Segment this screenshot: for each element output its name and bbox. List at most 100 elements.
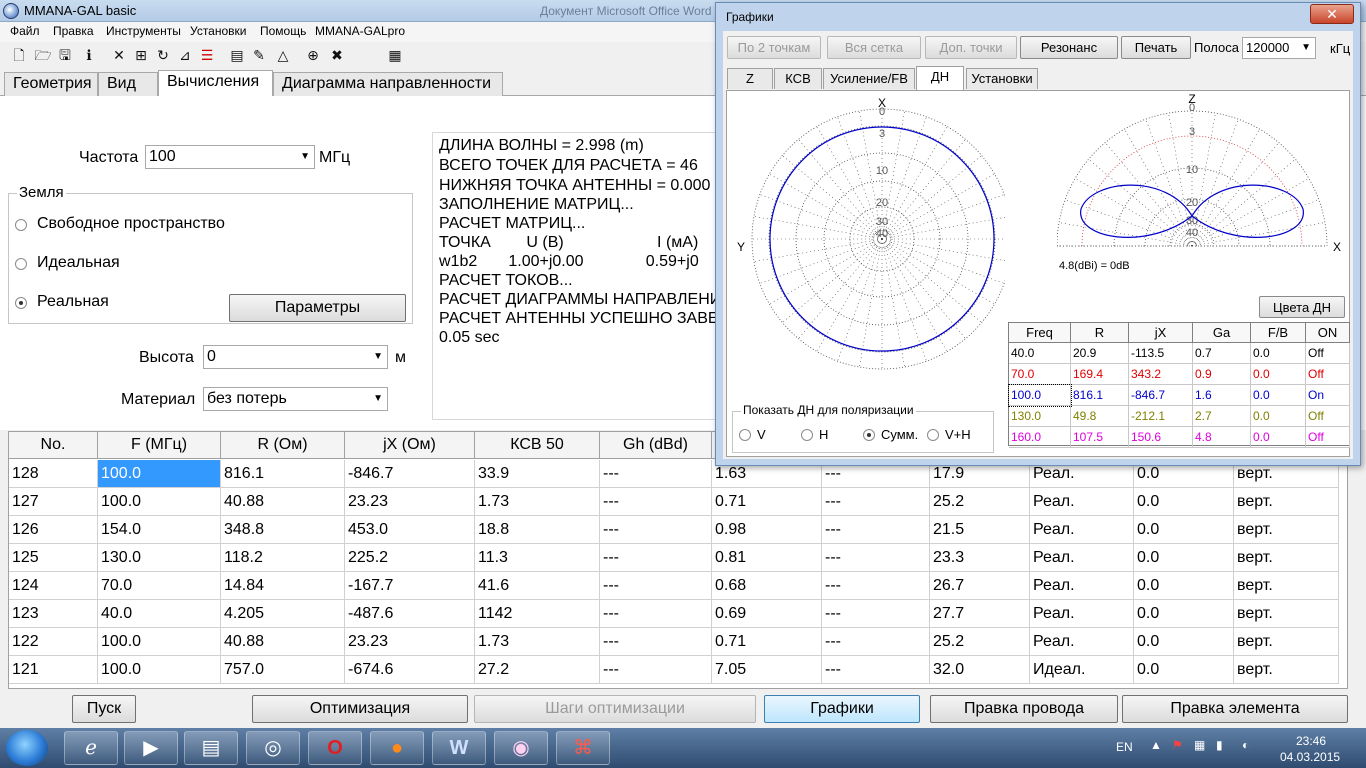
- table-cell[interactable]: верт.: [1234, 628, 1339, 656]
- optimization-steps-button[interactable]: Шаги оптимизации: [474, 695, 756, 723]
- table-cell[interactable]: 27.2: [475, 656, 600, 684]
- table-cell[interactable]: Реал.: [1030, 516, 1134, 544]
- menu-edit[interactable]: Правка: [53, 24, 94, 38]
- table-cell[interactable]: 816.1: [221, 460, 345, 488]
- menu-file[interactable]: Файл: [10, 24, 40, 38]
- pattern-table-cell[interactable]: 816.1: [1071, 385, 1129, 406]
- table-cell[interactable]: 100.0: [98, 460, 221, 488]
- table-cell[interactable]: 757.0: [221, 656, 345, 684]
- pattern-table-cell[interactable]: 100.0: [1008, 384, 1072, 407]
- wire-edit-icon[interactable]: ☰: [198, 46, 216, 64]
- pattern-table-cell[interactable]: 160.0: [1009, 427, 1071, 448]
- table-cell[interactable]: 0.71: [712, 488, 822, 516]
- pattern-table-cell[interactable]: -212.1: [1129, 406, 1193, 427]
- pattern-table-cell[interactable]: 150.6: [1129, 427, 1193, 448]
- column-header[interactable]: No.: [9, 432, 98, 459]
- table-cell[interactable]: ---: [600, 656, 712, 684]
- table-cell[interactable]: ---: [600, 572, 712, 600]
- table-cell[interactable]: -674.6: [345, 656, 475, 684]
- table-cell[interactable]: 21.5: [930, 516, 1030, 544]
- height-combo[interactable]: 0 ▼: [203, 345, 388, 369]
- table-cell[interactable]: 7.05: [712, 656, 822, 684]
- pattern-frequency-table[interactable]: Freq RjX Ga F/B ON 40.0 20.9 -113.5 0.7 0.0 Off 70.…: [1008, 322, 1350, 448]
- table-cell[interactable]: Реал.: [1030, 600, 1134, 628]
- media-player-icon[interactable]: ▶: [124, 731, 178, 765]
- ground-ideal-radio[interactable]: [15, 258, 27, 270]
- print-button[interactable]: Печать: [1121, 36, 1191, 59]
- by-two-points-button[interactable]: По 2 точкам: [727, 36, 821, 59]
- table-cell[interactable]: ---: [600, 460, 712, 488]
- target-icon[interactable]: ⊕: [304, 46, 322, 64]
- pattern-table-cell[interactable]: 343.2: [1129, 364, 1193, 385]
- table-cell[interactable]: верт.: [1234, 544, 1339, 572]
- graphs-button[interactable]: Графики: [764, 695, 920, 723]
- optimization-button[interactable]: Оптимизация: [252, 695, 468, 723]
- table-cell[interactable]: 25.2: [930, 488, 1030, 516]
- table-cell[interactable]: Реал.: [1030, 544, 1134, 572]
- edit-element-button[interactable]: Правка элемента: [1122, 695, 1348, 723]
- language-indicator[interactable]: EN: [1116, 740, 1133, 754]
- table-cell[interactable]: ---: [600, 544, 712, 572]
- table-cell[interactable]: 18.8: [475, 516, 600, 544]
- pattern-table-cell[interactable]: 0.0: [1251, 406, 1306, 427]
- pattern-table-cell[interactable]: 0.0: [1251, 343, 1306, 364]
- table-cell[interactable]: 1142: [475, 600, 600, 628]
- mmana-icon[interactable]: ◉: [494, 731, 548, 765]
- flag-icon[interactable]: ⚑: [1172, 738, 1183, 752]
- extra-points-button[interactable]: Доп. точки: [925, 36, 1017, 59]
- tab-pattern-dn[interactable]: ДН: [916, 66, 964, 90]
- table-cell[interactable]: 128: [9, 460, 98, 488]
- table-cell[interactable]: 100.0: [98, 488, 221, 516]
- table-cell[interactable]: -167.7: [345, 572, 475, 600]
- table-cell[interactable]: 70.0: [98, 572, 221, 600]
- table-cell[interactable]: Реал.: [1030, 488, 1134, 516]
- tab-gain-fb[interactable]: Усиление/FB: [823, 68, 915, 89]
- pattern-table-cell[interactable]: 20.9: [1071, 343, 1129, 364]
- polarization-sum-radio[interactable]: [863, 429, 875, 441]
- table-cell[interactable]: 100.0: [98, 656, 221, 684]
- tools-icon[interactable]: ✖: [328, 46, 346, 64]
- table-cell[interactable]: 40.0: [98, 600, 221, 628]
- table-cell[interactable]: 40.88: [221, 628, 345, 656]
- word-icon[interactable]: W: [432, 731, 486, 765]
- clock-date[interactable]: 04.03.2015: [1280, 750, 1340, 764]
- rotate-icon[interactable]: ↻: [154, 46, 172, 64]
- table-cell[interactable]: ---: [822, 516, 930, 544]
- table-cell[interactable]: 124: [9, 572, 98, 600]
- table-cell[interactable]: ---: [822, 572, 930, 600]
- polarization-h-radio[interactable]: [801, 429, 813, 441]
- column-header[interactable]: Gh (dBd): [600, 432, 712, 459]
- table-cell[interactable]: -846.7: [345, 460, 475, 488]
- table-cell[interactable]: 130.0: [98, 544, 221, 572]
- table-cell[interactable]: ---: [600, 600, 712, 628]
- table-cell[interactable]: 118.2: [221, 544, 345, 572]
- volume-icon[interactable]: ◐: [1242, 738, 1249, 752]
- table-cell[interactable]: ---: [822, 600, 930, 628]
- tab-view[interactable]: Вид: [98, 72, 158, 96]
- edit-wire-button[interactable]: Правка провода: [930, 695, 1118, 723]
- table-cell[interactable]: ---: [822, 656, 930, 684]
- ground-free-space-radio[interactable]: [15, 219, 27, 231]
- menu-settings[interactable]: Установки: [190, 24, 246, 38]
- table-cell[interactable]: -487.6: [345, 600, 475, 628]
- pattern-table-cell[interactable]: 4.8: [1193, 427, 1251, 448]
- full-grid-button[interactable]: Вся сетка: [827, 36, 921, 59]
- tab-graph-settings[interactable]: Установки: [966, 68, 1038, 89]
- pattern-table-cell[interactable]: Off: [1306, 364, 1350, 385]
- table-cell[interactable]: верт.: [1234, 656, 1339, 684]
- ie-icon[interactable]: ℯ: [64, 731, 118, 765]
- column-header[interactable]: jX (Ом): [345, 432, 475, 459]
- pattern-table-cell[interactable]: 2.7: [1193, 406, 1251, 427]
- pattern-table-cell[interactable]: 0.0: [1251, 385, 1306, 406]
- pattern-table-cell[interactable]: 169.4: [1071, 364, 1129, 385]
- opera-icon[interactable]: O: [308, 731, 362, 765]
- firefox-icon[interactable]: ●: [370, 731, 424, 765]
- table-cell[interactable]: 125: [9, 544, 98, 572]
- table-cell[interactable]: 225.2: [345, 544, 475, 572]
- column-header[interactable]: F (МГц): [98, 432, 221, 459]
- band-combo[interactable]: 120000 ▼: [1242, 37, 1316, 59]
- pattern-table-cell[interactable]: 0.7: [1193, 343, 1251, 364]
- pattern-table-cell[interactable]: 49.8: [1071, 406, 1129, 427]
- table-cell[interactable]: 0.81: [712, 544, 822, 572]
- table-cell[interactable]: 25.2: [930, 628, 1030, 656]
